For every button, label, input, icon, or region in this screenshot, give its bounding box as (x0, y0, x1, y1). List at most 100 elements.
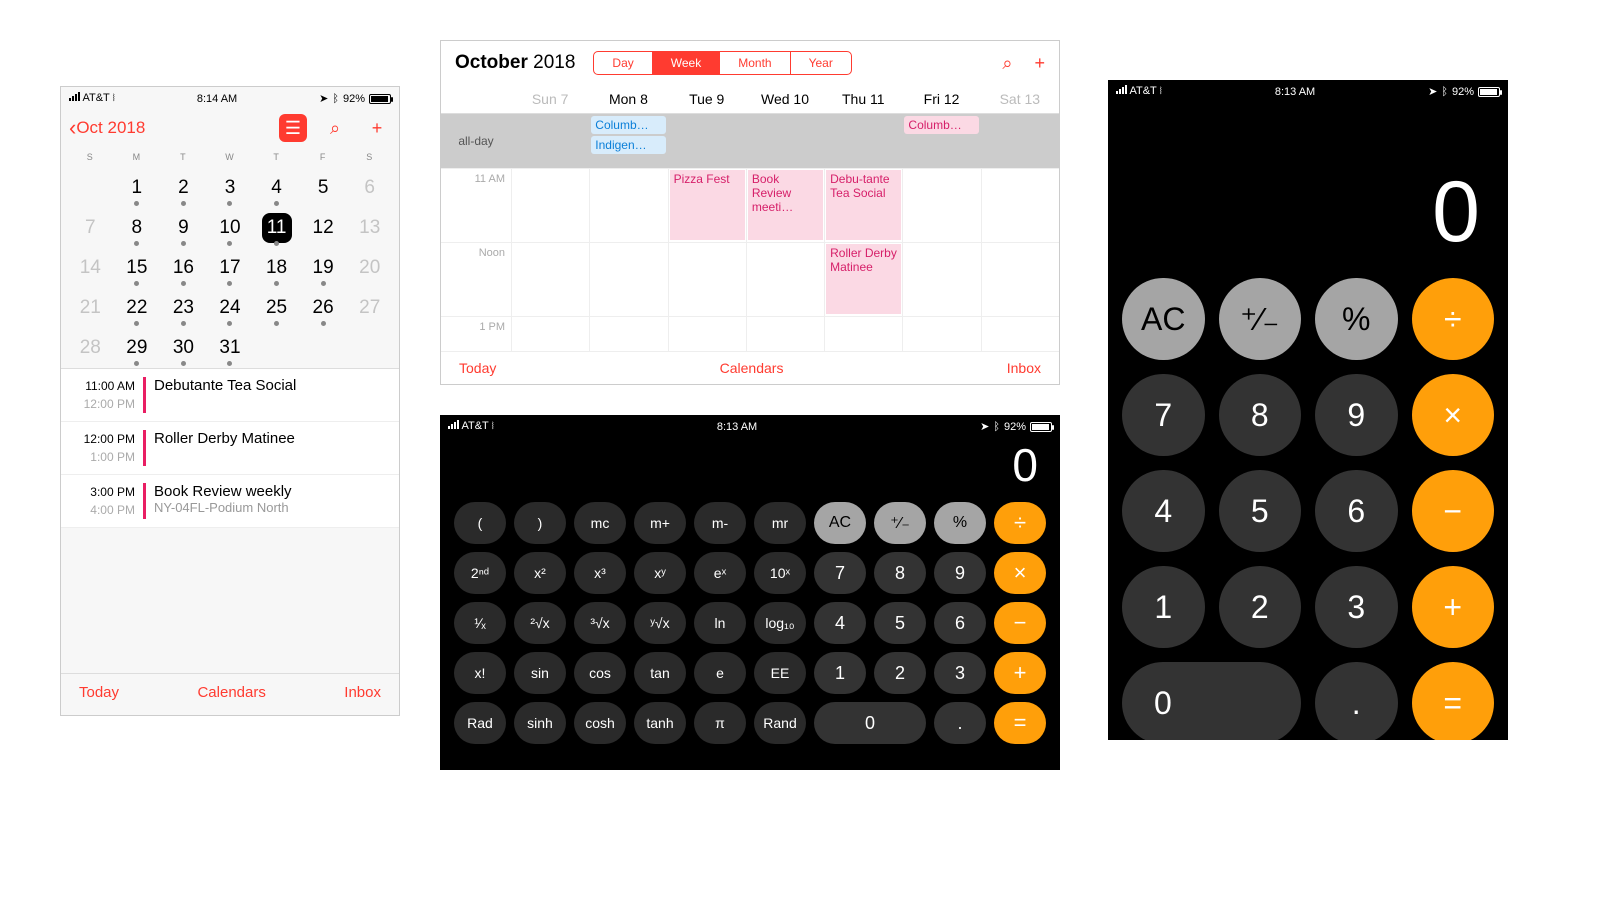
key-⁺∕₋[interactable]: ⁺∕₋ (1219, 278, 1302, 360)
hour-cell[interactable]: Pizza Fest (668, 168, 746, 242)
day-cell[interactable]: 12 (300, 208, 347, 248)
key-−[interactable]: − (994, 602, 1046, 644)
hour-cell[interactable] (668, 242, 746, 316)
key-7[interactable]: 7 (814, 552, 866, 594)
key-mr[interactable]: mr (754, 502, 806, 544)
key-eˣ[interactable]: eˣ (694, 552, 746, 594)
key-%[interactable]: % (1315, 278, 1398, 360)
key-log₁₀[interactable]: log₁₀ (754, 602, 806, 644)
key-AC[interactable]: AC (1122, 278, 1205, 360)
day-cell[interactable]: 6 (346, 168, 393, 208)
day-cell[interactable]: 5 (300, 168, 347, 208)
day-cell[interactable]: 10 (207, 208, 254, 248)
weekday-column[interactable]: Sat 13 (981, 85, 1059, 113)
hour-cell[interactable]: Roller Derby Matinee (824, 242, 902, 316)
key-=[interactable]: = (994, 702, 1046, 744)
hour-cell[interactable] (511, 242, 589, 316)
key-Rad[interactable]: Rad (454, 702, 506, 744)
weekday-column[interactable]: Fri 12 (902, 85, 980, 113)
key-+[interactable]: + (1412, 566, 1495, 648)
allday-event[interactable]: Columb… (904, 116, 978, 134)
key-.[interactable]: . (1315, 662, 1398, 740)
hour-cell[interactable] (981, 168, 1059, 242)
key-2[interactable]: 2 (874, 652, 926, 694)
allday-event[interactable]: Indigen… (591, 136, 665, 154)
hour-cell[interactable] (902, 242, 980, 316)
key-0[interactable]: 0 (814, 702, 926, 744)
key-÷[interactable]: ÷ (1412, 278, 1495, 360)
hour-cell[interactable] (589, 242, 667, 316)
allday-event[interactable]: Columb… (591, 116, 665, 134)
month-grid[interactable]: 1234567891011121314151617181920212223242… (61, 168, 399, 368)
view-toggle-button[interactable]: ☰ (279, 114, 307, 142)
day-cell[interactable]: 9 (160, 208, 207, 248)
weekday-column[interactable]: Wed 10 (746, 85, 824, 113)
key-2ⁿᵈ[interactable]: 2ⁿᵈ (454, 552, 506, 594)
key-x³[interactable]: x³ (574, 552, 626, 594)
add-event-button[interactable]: + (1034, 53, 1045, 74)
key-3[interactable]: 3 (1315, 566, 1398, 648)
key-1[interactable]: 1 (1122, 566, 1205, 648)
event-row[interactable]: 11:00 AM12:00 PMDebutante Tea Social (61, 369, 399, 422)
inbox-button[interactable]: Inbox (1007, 360, 1041, 376)
day-cell[interactable]: 19 (300, 248, 347, 288)
day-cell[interactable]: 13 (346, 208, 393, 248)
key-tanh[interactable]: tanh (634, 702, 686, 744)
day-cell[interactable]: 26 (300, 288, 347, 328)
day-cell[interactable]: 2 (160, 168, 207, 208)
key-×[interactable]: × (994, 552, 1046, 594)
key-8[interactable]: 8 (874, 552, 926, 594)
timed-event[interactable]: Roller Derby Matinee (826, 244, 901, 314)
day-cell[interactable]: 20 (346, 248, 393, 288)
key-9[interactable]: 9 (1315, 374, 1398, 456)
day-cell[interactable]: 27 (346, 288, 393, 328)
key-³√x[interactable]: ³√x (574, 602, 626, 644)
key-ʸ√x[interactable]: ʸ√x (634, 602, 686, 644)
day-cell[interactable]: 8 (114, 208, 161, 248)
key-([interactable]: ( (454, 502, 506, 544)
calendars-button[interactable]: Calendars (720, 360, 784, 376)
today-button[interactable]: Today (459, 360, 496, 376)
day-cell[interactable] (253, 328, 300, 368)
today-button[interactable]: Today (79, 684, 119, 701)
back-button[interactable]: ‹Oct 2018 (69, 115, 145, 141)
key-Rand[interactable]: Rand (754, 702, 806, 744)
hour-cell[interactable] (902, 168, 980, 242)
key-5[interactable]: 5 (874, 602, 926, 644)
key-xʸ[interactable]: xʸ (634, 552, 686, 594)
key-1[interactable]: 1 (814, 652, 866, 694)
key-8[interactable]: 8 (1219, 374, 1302, 456)
hour-cell[interactable] (589, 168, 667, 242)
key-7[interactable]: 7 (1122, 374, 1205, 456)
key-tan[interactable]: tan (634, 652, 686, 694)
day-cell[interactable]: 29 (114, 328, 161, 368)
timed-event[interactable]: Pizza Fest (670, 170, 745, 240)
key-0[interactable]: 0 (1122, 662, 1301, 740)
key-9[interactable]: 9 (934, 552, 986, 594)
weekday-column[interactable]: Mon 8 (589, 85, 667, 113)
hour-cell[interactable]: Book Review meeti… (746, 168, 824, 242)
hour-cell[interactable] (746, 242, 824, 316)
timed-event[interactable]: Book Review meeti… (748, 170, 823, 240)
key-x![interactable]: x! (454, 652, 506, 694)
key-cosh[interactable]: cosh (574, 702, 626, 744)
key-3[interactable]: 3 (934, 652, 986, 694)
key-m+[interactable]: m+ (634, 502, 686, 544)
day-cell[interactable]: 25 (253, 288, 300, 328)
key-.[interactable]: . (934, 702, 986, 744)
add-event-button[interactable]: + (363, 114, 391, 142)
search-button[interactable]: ⌕ (321, 114, 349, 142)
day-cell[interactable]: 23 (160, 288, 207, 328)
day-cell[interactable] (300, 328, 347, 368)
seg-month[interactable]: Month (720, 52, 790, 74)
calendars-button[interactable]: Calendars (197, 684, 265, 701)
hour-cell[interactable] (981, 242, 1059, 316)
weekday-column[interactable]: Tue 9 (668, 85, 746, 113)
key-mc[interactable]: mc (574, 502, 626, 544)
day-cell[interactable]: 18 (253, 248, 300, 288)
key-4[interactable]: 4 (814, 602, 866, 644)
key-ln[interactable]: ln (694, 602, 746, 644)
hour-cell[interactable]: Debu-tante Tea Social (824, 168, 902, 242)
key-6[interactable]: 6 (934, 602, 986, 644)
key-sinh[interactable]: sinh (514, 702, 566, 744)
